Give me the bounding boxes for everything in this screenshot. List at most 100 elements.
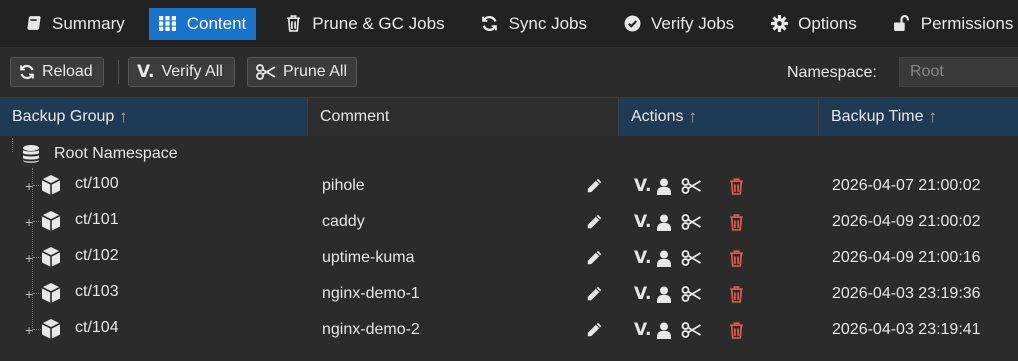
top-nav: Summary Content Prune & GC Jobs Sync Job… bbox=[0, 0, 1018, 48]
backup-group-name: ct/102 bbox=[75, 247, 119, 264]
comment-text: caddy bbox=[322, 213, 365, 230]
table-row[interactable]: + ct/103 nginx-demo-1 V. 2026-04-03 23:1… bbox=[0, 276, 1018, 312]
verify-icon: V. bbox=[137, 62, 155, 82]
change-owner-user-icon[interactable] bbox=[657, 276, 671, 312]
delete-trash-icon[interactable] bbox=[729, 204, 744, 240]
reload-label: Reload bbox=[42, 63, 93, 80]
comment-text: nginx-demo-2 bbox=[322, 321, 420, 338]
tab-label: Permissions bbox=[920, 13, 1014, 33]
verify-all-button[interactable]: V. Verify All bbox=[128, 57, 235, 87]
column-header-actions[interactable]: Actions ↑ bbox=[619, 98, 819, 136]
tab-label: Summary bbox=[52, 13, 125, 33]
table-row[interactable]: + ct/101 caddy V. 2026-04-09 21:00:02 bbox=[0, 204, 1018, 240]
expand-plus-icon[interactable]: + bbox=[25, 312, 33, 348]
column-header-backup-time[interactable]: Backup Time ↑ bbox=[819, 98, 1018, 136]
sort-asc-icon: ↑ bbox=[928, 107, 937, 126]
tree-connector bbox=[12, 138, 13, 152]
backup-time: 2026-04-09 21:00:16 bbox=[832, 249, 981, 266]
delete-trash-icon[interactable] bbox=[729, 168, 744, 204]
comment-text: uptime-kuma bbox=[322, 249, 415, 266]
change-owner-user-icon[interactable] bbox=[657, 204, 671, 240]
table-row[interactable]: + ct/102 uptime-kuma V. 2026-04-09 21:00… bbox=[0, 240, 1018, 276]
verify-icon[interactable]: V. bbox=[634, 204, 651, 240]
sort-asc-icon: ↑ bbox=[119, 107, 128, 126]
box-icon bbox=[40, 203, 62, 239]
expand-plus-icon[interactable]: + bbox=[25, 204, 33, 240]
expand-plus-icon[interactable]: + bbox=[25, 240, 33, 276]
box-icon bbox=[40, 311, 62, 347]
box-icon bbox=[40, 167, 62, 203]
grid-icon bbox=[159, 15, 177, 33]
tab-prune-gc-jobs[interactable]: Prune & GC Jobs bbox=[274, 8, 454, 40]
edit-comment-pencil-icon[interactable] bbox=[585, 240, 603, 276]
table-row[interactable]: + ct/104 nginx-demo-2 V. 2026-04-03 23:1… bbox=[0, 312, 1018, 348]
verify-icon[interactable]: V. bbox=[634, 168, 651, 204]
tab-summary[interactable]: Summary bbox=[14, 8, 135, 40]
edit-comment-pencil-icon[interactable] bbox=[585, 312, 603, 348]
table-row[interactable]: + ct/100 pihole V. 2026-04-07 21:00:02 bbox=[0, 168, 1018, 204]
gear-icon bbox=[770, 15, 788, 33]
tab-label: Sync Jobs bbox=[508, 13, 587, 33]
tab-permissions[interactable]: Permissions bbox=[883, 8, 1018, 40]
change-owner-user-icon[interactable] bbox=[657, 312, 671, 348]
backup-group-name: ct/101 bbox=[75, 211, 119, 228]
namespace-label: Namespace: bbox=[787, 64, 877, 81]
grid-header: Backup Group ↑ Comment Actions ↑ Backup … bbox=[0, 98, 1018, 136]
database-icon bbox=[22, 136, 40, 172]
column-label: Backup Group bbox=[12, 108, 115, 125]
column-label: Backup Time bbox=[831, 108, 924, 125]
reload-button[interactable]: Reload bbox=[10, 57, 104, 87]
backup-group-name: ct/103 bbox=[75, 283, 119, 300]
tab-options[interactable]: Options bbox=[760, 8, 867, 40]
tree-row-root-namespace[interactable]: Root Namespace bbox=[0, 136, 1018, 172]
toolbar-separator bbox=[118, 60, 119, 84]
tab-verify-jobs[interactable]: Verify Jobs bbox=[613, 8, 744, 40]
verify-icon[interactable]: V. bbox=[634, 312, 651, 348]
prune-scissors-icon[interactable] bbox=[681, 168, 702, 204]
prune-all-button[interactable]: Prune All bbox=[247, 57, 357, 87]
expand-plus-icon[interactable]: + bbox=[25, 168, 33, 204]
box-icon bbox=[40, 239, 62, 275]
column-header-backup-group[interactable]: Backup Group ↑ bbox=[0, 98, 308, 136]
column-label: Actions bbox=[631, 108, 684, 125]
change-owner-user-icon[interactable] bbox=[657, 168, 671, 204]
verify-all-label: Verify All bbox=[161, 63, 223, 80]
tab-content[interactable]: Content bbox=[148, 7, 257, 40]
prune-all-label: Prune All bbox=[283, 63, 348, 80]
delete-trash-icon[interactable] bbox=[729, 240, 744, 276]
backup-group-name: ct/100 bbox=[75, 175, 119, 192]
edit-comment-pencil-icon[interactable] bbox=[585, 204, 603, 240]
namespace-field[interactable]: Root bbox=[899, 57, 1018, 87]
verify-icon[interactable]: V. bbox=[634, 276, 651, 312]
prune-scissors-icon[interactable] bbox=[681, 240, 702, 276]
prune-scissors-icon[interactable] bbox=[681, 276, 702, 312]
trash-icon bbox=[284, 15, 302, 33]
tab-sync-jobs[interactable]: Sync Jobs bbox=[471, 8, 597, 40]
backup-time: 2026-04-09 21:00:02 bbox=[832, 213, 981, 230]
tab-label: Prune & GC Jobs bbox=[312, 13, 445, 33]
box-icon bbox=[40, 275, 62, 311]
edit-comment-pencil-icon[interactable] bbox=[585, 168, 603, 204]
prune-scissors-icon[interactable] bbox=[681, 312, 702, 348]
sort-asc-icon: ↑ bbox=[688, 107, 697, 126]
tab-label: Content bbox=[186, 13, 247, 33]
delete-trash-icon[interactable] bbox=[729, 276, 744, 312]
backup-time: 2026-04-07 21:00:02 bbox=[832, 177, 981, 194]
tab-label: Verify Jobs bbox=[651, 13, 735, 33]
change-owner-user-icon[interactable] bbox=[657, 240, 671, 276]
edit-comment-pencil-icon[interactable] bbox=[585, 276, 603, 312]
delete-trash-icon[interactable] bbox=[729, 312, 744, 348]
refresh-icon bbox=[19, 64, 35, 80]
check-circle-icon bbox=[623, 15, 641, 33]
backup-time: 2026-04-03 23:19:41 bbox=[832, 321, 981, 338]
book-icon bbox=[24, 15, 42, 33]
tab-label: Options bbox=[798, 13, 857, 33]
expand-plus-icon[interactable]: + bbox=[25, 276, 33, 312]
verify-icon[interactable]: V. bbox=[634, 240, 651, 276]
comment-text: nginx-demo-1 bbox=[322, 285, 420, 302]
column-header-comment[interactable]: Comment bbox=[308, 98, 619, 136]
prune-scissors-icon[interactable] bbox=[681, 204, 702, 240]
scissors-icon bbox=[256, 64, 276, 80]
column-label: Comment bbox=[320, 108, 390, 125]
comment-text: pihole bbox=[322, 177, 365, 194]
